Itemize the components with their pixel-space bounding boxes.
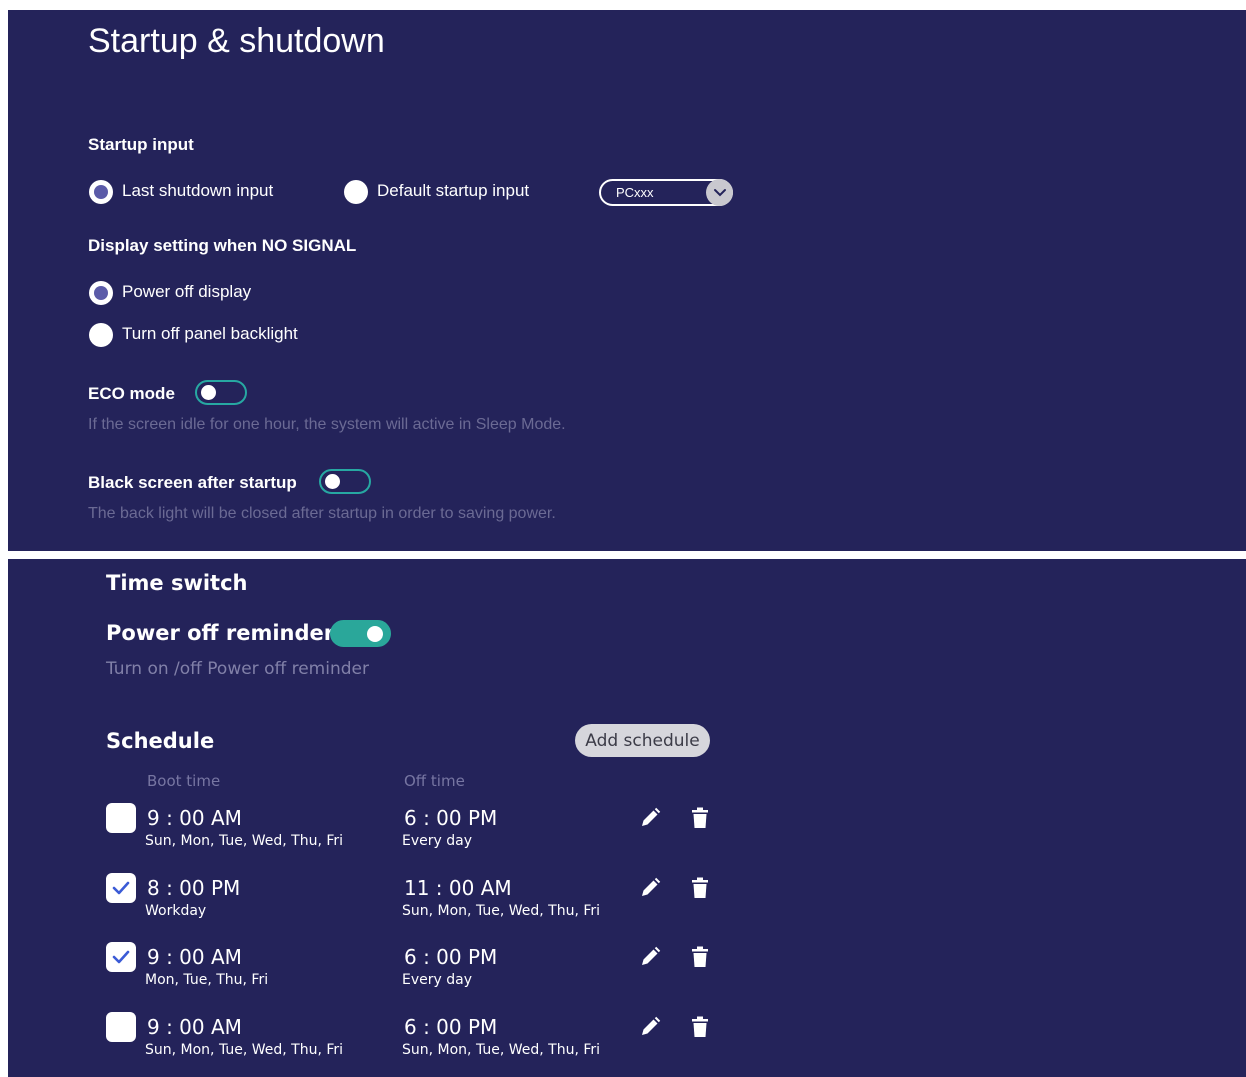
boot-days: Workday xyxy=(145,903,207,919)
time-switch-title: Time switch xyxy=(106,571,248,595)
schedule-row: 9 : 00 AM Sun, Mon, Tue, Wed, Thu, Fri 6… xyxy=(8,1012,1246,1074)
startup-input-label: Startup input xyxy=(88,135,194,154)
page-title: Startup & shutdown xyxy=(88,22,385,60)
power-off-display-label[interactable]: Power off display xyxy=(122,282,251,302)
black-screen-label: Black screen after startup xyxy=(88,473,297,492)
boot-days: Sun, Mon, Tue, Wed, Thu, Fri xyxy=(145,1042,344,1058)
trash-icon[interactable] xyxy=(687,805,713,831)
off-time: 6 : 00 PM xyxy=(404,945,498,969)
off-time: 11 : 00 AM xyxy=(404,876,512,900)
power-off-display-radio[interactable] xyxy=(89,281,113,305)
schedule-row: 8 : 00 PM Workday 11 : 00 AM Sun, Mon, T… xyxy=(8,873,1246,935)
boot-time: 9 : 00 AM xyxy=(147,1015,242,1039)
boot-days: Sun, Mon, Tue, Wed, Thu, Fri xyxy=(145,833,344,849)
schedule-title: Schedule xyxy=(106,729,215,753)
schedule-row-checkbox[interactable] xyxy=(106,1012,136,1042)
power-off-reminder-hint: Turn on /off Power off reminder xyxy=(106,659,369,679)
last-shutdown-input-label[interactable]: Last shutdown input xyxy=(122,181,273,201)
off-days: Every day xyxy=(402,972,472,988)
default-startup-input-label[interactable]: Default startup input xyxy=(377,181,529,201)
schedule-row-checkbox[interactable] xyxy=(106,942,136,972)
boot-time: 9 : 00 AM xyxy=(147,945,242,969)
black-screen-hint: The back light will be closed after star… xyxy=(88,505,556,522)
trash-icon[interactable] xyxy=(687,875,713,901)
pencil-icon[interactable] xyxy=(637,944,663,970)
check-icon xyxy=(112,881,130,895)
power-off-reminder-label: Power off reminder xyxy=(106,621,335,645)
schedule-row: 9 : 00 AM Sun, Mon, Tue, Wed, Thu, Fri 6… xyxy=(8,803,1246,865)
off-days: Sun, Mon, Tue, Wed, Thu, Fri xyxy=(402,903,601,919)
last-shutdown-input-radio[interactable] xyxy=(89,180,113,204)
startup-source-value: PCxxx xyxy=(616,185,654,200)
trash-icon[interactable] xyxy=(687,1014,713,1040)
black-screen-toggle[interactable] xyxy=(319,469,371,494)
toggle-knob xyxy=(325,474,340,489)
off-time: 6 : 00 PM xyxy=(404,1015,498,1039)
off-days: Sun, Mon, Tue, Wed, Thu, Fri xyxy=(402,1042,601,1058)
toggle-knob xyxy=(201,385,216,400)
off-time: 6 : 00 PM xyxy=(404,806,498,830)
boot-time: 9 : 00 AM xyxy=(147,806,242,830)
turn-off-backlight-label[interactable]: Turn off panel backlight xyxy=(122,324,298,344)
eco-mode-hint: If the screen idle for one hour, the sys… xyxy=(88,416,566,433)
off-days: Every day xyxy=(402,833,472,849)
trash-icon[interactable] xyxy=(687,944,713,970)
add-schedule-button[interactable]: Add schedule xyxy=(575,724,710,757)
check-icon xyxy=(112,950,130,964)
boot-time-header: Boot time xyxy=(147,772,221,790)
no-signal-label: Display setting when NO SIGNAL xyxy=(88,236,357,255)
schedule-row: 9 : 00 AM Mon, Tue, Thu, Fri 6 : 00 PM E… xyxy=(8,942,1246,1004)
startup-source-select[interactable]: PCxxx xyxy=(599,179,733,206)
off-time-header: Off time xyxy=(404,772,465,790)
toggle-knob xyxy=(367,626,383,642)
pencil-icon[interactable] xyxy=(637,875,663,901)
pencil-icon[interactable] xyxy=(637,805,663,831)
default-startup-input-radio[interactable] xyxy=(344,180,368,204)
chevron-down-icon[interactable] xyxy=(706,179,733,206)
pencil-icon[interactable] xyxy=(637,1014,663,1040)
schedule-row-checkbox[interactable] xyxy=(106,803,136,833)
turn-off-backlight-radio[interactable] xyxy=(89,323,113,347)
boot-time: 8 : 00 PM xyxy=(147,876,241,900)
eco-mode-label: ECO mode xyxy=(88,384,175,403)
eco-mode-toggle[interactable] xyxy=(195,380,247,405)
time-switch-panel: Time switch Power off reminder Turn on /… xyxy=(8,559,1246,1077)
power-off-reminder-toggle[interactable] xyxy=(330,620,391,647)
schedule-row-checkbox[interactable] xyxy=(106,873,136,903)
startup-shutdown-panel: Startup & shutdown Startup input Last sh… xyxy=(8,10,1246,551)
boot-days: Mon, Tue, Thu, Fri xyxy=(145,972,269,988)
